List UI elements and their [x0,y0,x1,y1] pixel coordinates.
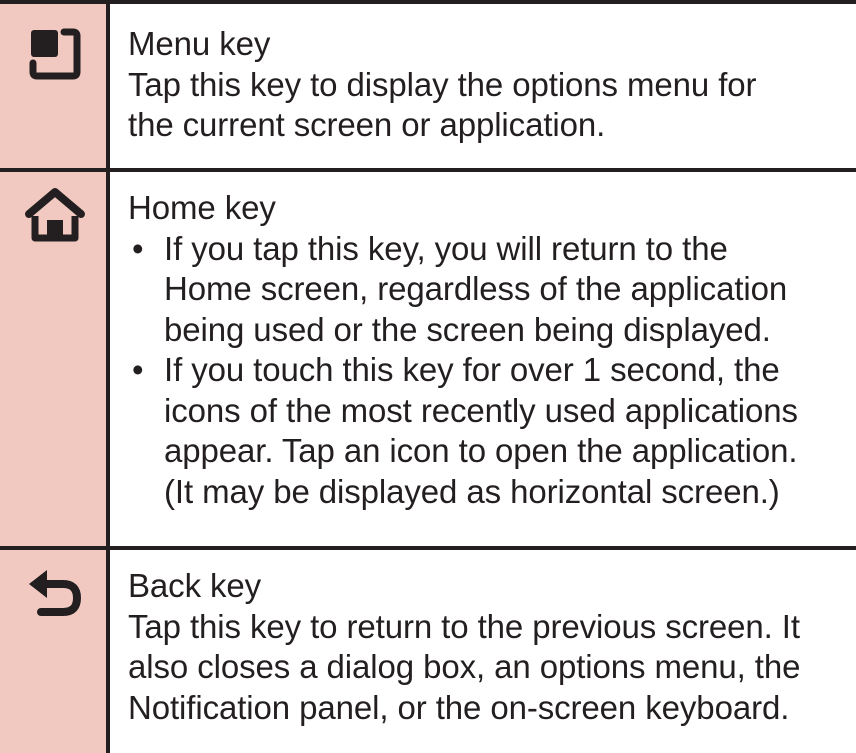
home-key-title: Home key [128,189,276,226]
bullet-line: Home screen, regardless of the applicati… [164,270,788,307]
bullet-line: appear. Tap an icon to open the applicat… [164,432,798,469]
bullet-line: (It may be displayed as horizontal scree… [164,472,780,510]
bullet-icon: • [132,351,144,388]
back-key-icon [0,564,110,620]
menu-key-desc-line-1: Tap this key to display the options menu… [128,65,757,103]
table-row-menu-key: Menu key Tap this key to display the opt… [0,4,856,168]
bullet-line: being used or the screen being displayed… [164,310,771,348]
back-key-desc-line-2: also closes a dialog box, an options men… [128,648,801,685]
menu-key-title: Menu key [128,25,271,62]
bullet-line: icons of the most recently used applicat… [164,391,798,429]
key-description-table: Menu key Tap this key to display the opt… [0,0,856,753]
bullet-line: If you tap this key, you will return to … [164,229,728,267]
back-key-desc-line-3: Notification panel, or the on-screen key… [128,688,790,726]
menu-key-text: Menu key Tap this key to display the opt… [128,24,850,146]
home-key-icon [0,186,110,244]
home-key-text: Home key • If you tap this key, you will… [128,188,850,512]
bullet-line: If you touch this key for over 1 second,… [164,351,780,388]
back-key-title: Back key [128,567,262,604]
back-key-desc-line-1: Tap this key to return to the previous s… [128,607,800,645]
table-row-back-key: Back key Tap this key to return to the p… [0,550,856,753]
menu-key-desc-line-2: the current screen or application. [128,106,606,143]
back-key-text: Back key Tap this key to return to the p… [128,566,850,728]
table-row-home-key: Home key • If you tap this key, you will… [0,172,856,546]
list-item: • If you touch this key for over 1 secon… [128,350,850,512]
home-key-bullet-list: • If you tap this key, you will return t… [128,229,850,513]
bullet-icon: • [132,229,144,267]
menu-key-icon [0,26,110,82]
list-item: • If you tap this key, you will return t… [128,229,850,351]
